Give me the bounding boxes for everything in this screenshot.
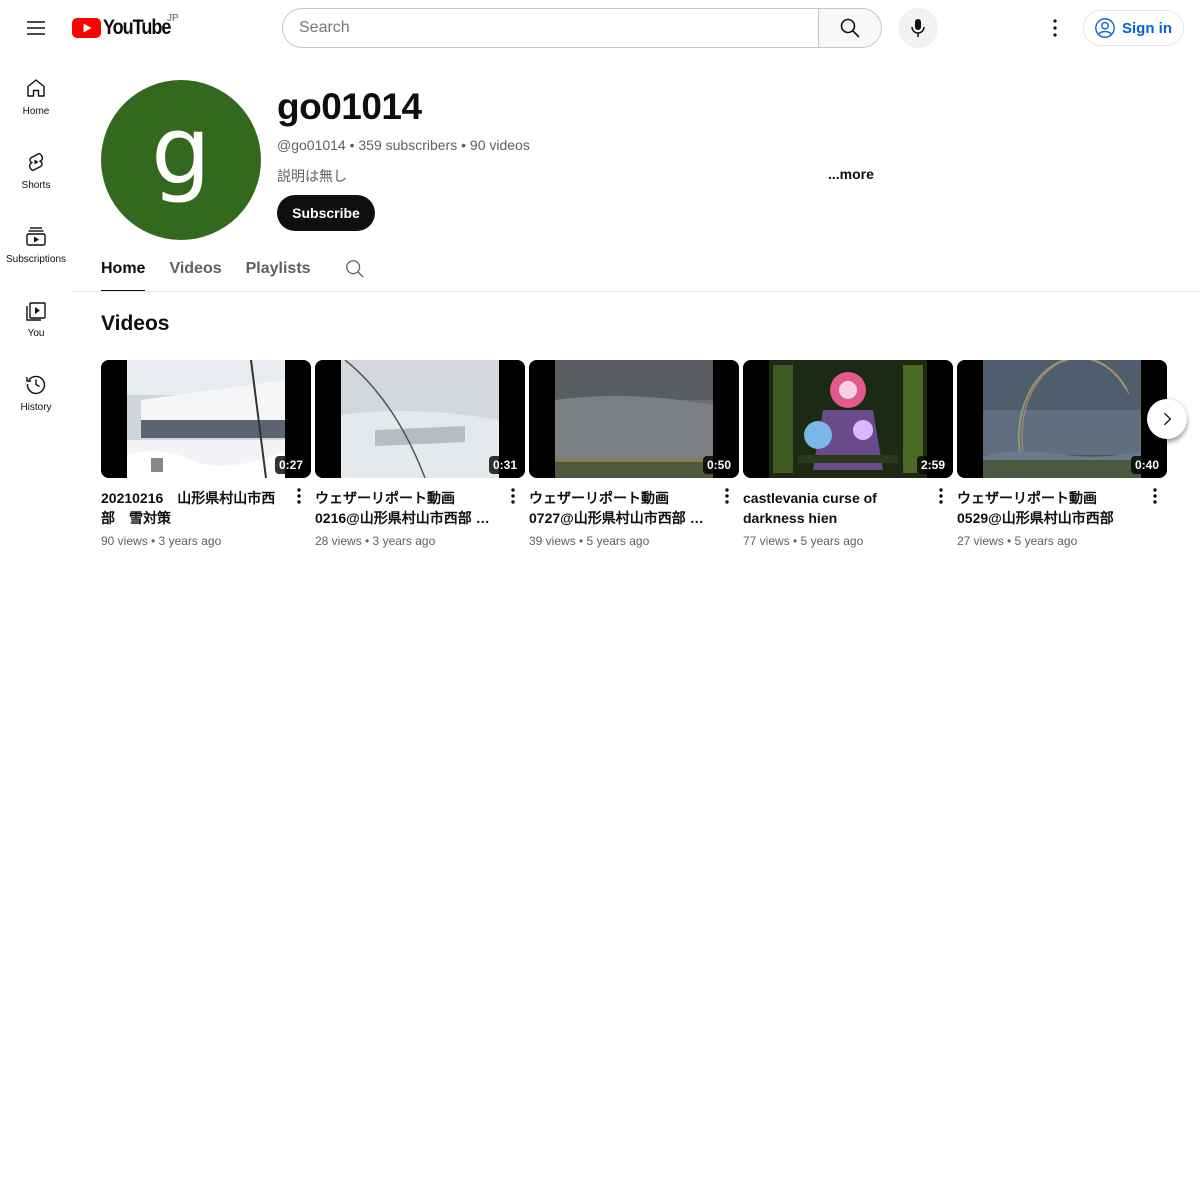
channel-description: 説明は無し <box>277 168 347 184</box>
video-action-menu[interactable] <box>289 484 309 508</box>
region-code: JP <box>167 13 179 24</box>
video-duration: 0:50 <box>702 456 735 474</box>
shorts-icon <box>28 152 44 172</box>
video-card: 0:27 20210216 山形県村山市西部 雪対策 90 views • 3 … <box>101 360 311 548</box>
youtube-play-logo-icon <box>72 18 101 38</box>
microphone-icon <box>911 19 925 37</box>
video-card: 2:59 castlevania curse of darkness hien … <box>743 360 953 548</box>
video-thumbnail[interactable]: 0:40 <box>957 360 1167 478</box>
logo-text: YouTube <box>103 16 171 39</box>
settings-more-button[interactable] <box>1035 8 1075 48</box>
guide-menu-button[interactable] <box>16 8 56 48</box>
video-title[interactable]: ウェザーリポート動画0727@山形県村山市西部 くもり <box>529 488 711 528</box>
guide-item-you[interactable]: You <box>0 278 72 352</box>
guide-item-label: Shorts <box>21 180 51 191</box>
sign-in-label: Sign in <box>1122 19 1172 37</box>
subscribe-button[interactable]: Subscribe <box>277 195 375 231</box>
video-thumbnail[interactable]: 2:59 <box>743 360 953 478</box>
guide-item-shorts[interactable]: Shorts <box>0 130 72 204</box>
guide-item-subscriptions[interactable]: Subscriptions <box>0 204 72 278</box>
video-action-menu[interactable] <box>931 484 951 508</box>
channel-avatar: g <box>101 80 261 240</box>
video-duration: 0:40 <box>1130 456 1163 474</box>
video-thumbnail[interactable]: 0:31 <box>315 360 525 478</box>
shelf-title: Videos <box>101 312 170 335</box>
video-card: 0:50 ウェザーリポート動画0727@山形県村山市西部 くもり 39 view… <box>529 360 739 548</box>
history-icon <box>26 375 46 395</box>
video-meta: 39 views • 5 years ago <box>529 534 650 548</box>
search-box[interactable] <box>282 8 819 48</box>
video-thumbnail[interactable]: 0:27 <box>101 360 311 478</box>
video-action-menu[interactable] <box>503 484 523 508</box>
voice-search-button[interactable] <box>898 8 938 48</box>
video-title[interactable]: ウェザーリポート動画0216@山形県村山市西部 ゆき 1… <box>315 488 497 528</box>
channel-meta: @go01014 • 359 subscribers • 90 videos <box>277 137 530 153</box>
search-input[interactable] <box>299 19 819 37</box>
search-icon <box>840 18 860 38</box>
video-meta: 27 views • 5 years ago <box>957 534 1078 548</box>
mini-guide: Home Shorts Subscriptions You History <box>0 56 72 426</box>
more-vertical-icon <box>725 488 729 504</box>
video-title[interactable]: 20210216 山形県村山市西部 雪対策 <box>101 488 283 528</box>
you-icon <box>26 302 46 321</box>
video-title[interactable]: castlevania curse of darkness hien <box>743 488 925 528</box>
masthead: YouTube JP Sign in <box>0 0 1200 56</box>
home-icon <box>27 79 45 97</box>
guide-item-history[interactable]: History <box>0 352 72 426</box>
chevron-right-icon <box>1164 412 1172 426</box>
more-vertical-icon <box>939 488 943 504</box>
video-shelf: 0:27 20210216 山形県村山市西部 雪対策 90 views • 3 … <box>101 360 1171 560</box>
tab-home[interactable]: Home <box>101 248 146 292</box>
guide-item-home[interactable]: Home <box>0 56 72 130</box>
guide-item-label: You <box>27 328 45 339</box>
avatar-letter: g <box>151 96 211 206</box>
guide-item-label: Subscriptions <box>5 254 67 265</box>
video-duration: 0:31 <box>488 456 521 474</box>
tabs-divider <box>72 291 1200 292</box>
video-action-menu[interactable] <box>717 484 737 508</box>
video-card: 0:40 ウェザーリポート動画0529@山形県村山市西部 27 views • … <box>957 360 1167 548</box>
video-title[interactable]: ウェザーリポート動画0529@山形県村山市西部 <box>957 488 1139 528</box>
tab-playlists[interactable]: Playlists <box>246 248 311 292</box>
more-vertical-icon <box>1053 19 1057 37</box>
video-duration: 0:27 <box>274 456 307 474</box>
video-duration: 2:59 <box>916 456 949 474</box>
guide-item-label: Home <box>22 106 50 117</box>
video-card: 0:31 ウェザーリポート動画0216@山形県村山市西部 ゆき 1… 28 vi… <box>315 360 525 548</box>
video-thumbnail[interactable]: 0:50 <box>529 360 739 478</box>
channel-name: go01014 <box>277 86 422 127</box>
more-vertical-icon <box>511 488 515 504</box>
tab-videos[interactable]: Videos <box>169 248 221 292</box>
video-meta: 28 views • 3 years ago <box>315 534 436 548</box>
more-vertical-icon <box>1153 488 1157 504</box>
account-circle-icon <box>1095 18 1115 38</box>
sign-in-button[interactable]: Sign in <box>1083 10 1184 46</box>
video-meta: 77 views • 5 years ago <box>743 534 864 548</box>
description-more-link[interactable]: ...more <box>828 166 874 182</box>
youtube-logo[interactable]: YouTube <box>72 14 181 42</box>
channel-search-icon[interactable] <box>344 258 366 280</box>
guide-item-label: History <box>20 402 52 413</box>
search-button[interactable] <box>818 8 882 48</box>
video-meta: 90 views • 3 years ago <box>101 534 222 548</box>
shelf-next-button[interactable] <box>1147 399 1187 439</box>
channel-tabs: Home Videos Playlists <box>101 248 335 292</box>
hamburger-icon <box>27 21 45 35</box>
video-action-menu[interactable] <box>1145 484 1165 508</box>
subscriptions-icon <box>26 227 46 246</box>
more-vertical-icon <box>297 488 301 504</box>
